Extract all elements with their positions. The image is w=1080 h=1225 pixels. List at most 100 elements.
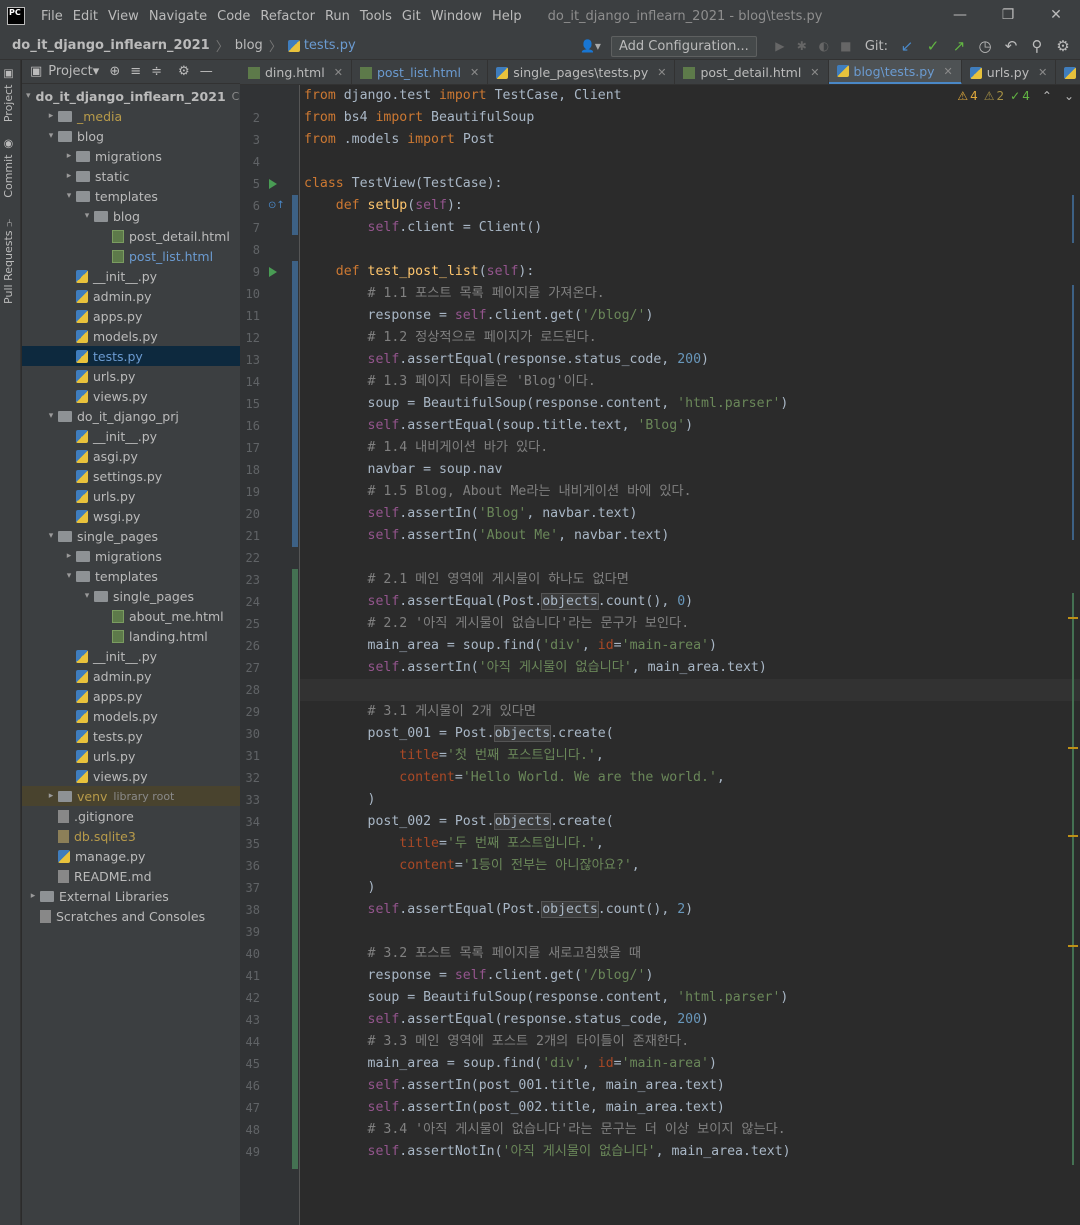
code-line[interactable]: self.assertEqual(response.status_code, 2… bbox=[304, 349, 709, 371]
tree-item[interactable]: ▸ venv library root bbox=[22, 786, 240, 806]
tree-item[interactable]: README.md bbox=[22, 866, 240, 886]
code-line[interactable]: self.assertIn('Blog', navbar.text) bbox=[304, 503, 638, 525]
code-line[interactable]: # 2.1 메인 영역에 게시물이 하나도 없다면 bbox=[304, 569, 629, 591]
vcs-change-bar[interactable] bbox=[292, 569, 298, 1169]
tree-item[interactable]: ▾ templates bbox=[22, 566, 240, 586]
run-icon[interactable]: ▶ bbox=[769, 39, 791, 53]
tree-item[interactable]: ▾ single_pages bbox=[22, 526, 240, 546]
breadcrumb-folder[interactable]: blog bbox=[235, 38, 263, 53]
code-line[interactable]: # 3.4 '아직 게시물이 없습니다'라는 문구는 더 이상 보이지 않는다. bbox=[304, 1119, 786, 1141]
close-icon[interactable]: ✕ bbox=[944, 65, 953, 78]
code-line[interactable]: self.assertEqual(Post.objects.count(), 0… bbox=[304, 591, 693, 613]
history-icon[interactable]: ◷ bbox=[972, 37, 998, 55]
tree-item[interactable]: ▾ single_pages bbox=[22, 586, 240, 606]
chevron-right-icon[interactable]: ▸ bbox=[44, 791, 58, 801]
close-icon[interactable]: ✕ bbox=[334, 66, 343, 79]
tree-item[interactable]: models.py bbox=[22, 706, 240, 726]
chevron-down-icon[interactable]: ▾ bbox=[62, 191, 76, 201]
vcs-change-bar[interactable] bbox=[292, 195, 298, 235]
coverage-icon[interactable]: ◐ bbox=[813, 39, 835, 53]
chevron-down-icon[interactable]: ▾ bbox=[44, 131, 58, 141]
tree-item[interactable]: models.py bbox=[22, 326, 240, 346]
vcs-change-bar[interactable] bbox=[292, 283, 298, 547]
code-line[interactable]: # 3.3 메인 영역에 포스트 2개의 타이틀이 존재한다. bbox=[304, 1031, 690, 1053]
collapse-all-icon[interactable]: ≑ bbox=[151, 64, 162, 79]
tree-item[interactable]: __init__.py bbox=[22, 426, 240, 446]
tree-item[interactable]: admin.py bbox=[22, 286, 240, 306]
menu-edit[interactable]: Edit bbox=[73, 9, 98, 24]
close-icon[interactable]: ✕ bbox=[810, 66, 819, 79]
chevron-up-icon[interactable]: ⌃ bbox=[1042, 89, 1052, 103]
tree-item[interactable]: __init__.py bbox=[22, 266, 240, 286]
code-line[interactable]: main_area = soup.find('div', id='main-ar… bbox=[304, 635, 717, 657]
search-icon[interactable]: ⚲ bbox=[1024, 37, 1050, 55]
tree-item[interactable]: Scratches and Consoles bbox=[22, 906, 240, 926]
tree-item[interactable]: ▸ migrations bbox=[22, 146, 240, 166]
git-update-icon[interactable]: ↙ bbox=[894, 37, 920, 55]
chevron-right-icon[interactable]: ▸ bbox=[62, 171, 76, 181]
warning-marker[interactable] bbox=[1068, 945, 1078, 947]
code-line[interactable]: # 1.3 페이지 타이틀은 'Blog'이다. bbox=[304, 371, 596, 393]
code-line[interactable]: from django.test import TestCase, Client bbox=[304, 85, 622, 107]
code-line[interactable]: ) bbox=[304, 877, 376, 899]
code-line[interactable]: # 1.2 정상적으로 페이지가 로드된다. bbox=[304, 327, 597, 349]
tree-item[interactable]: .gitignore bbox=[22, 806, 240, 826]
tree-item[interactable]: about_me.html bbox=[22, 606, 240, 626]
stop-icon[interactable]: ■ bbox=[835, 39, 857, 53]
tree-item[interactable]: ▸ _media bbox=[22, 106, 240, 126]
menu-file[interactable]: File bbox=[41, 9, 63, 24]
code-line[interactable]: content='Hello World. We are the world.'… bbox=[304, 767, 725, 789]
menu-refactor[interactable]: Refactor bbox=[260, 9, 315, 24]
code-line[interactable]: post_002 = Post.objects.create( bbox=[304, 811, 614, 833]
code-line[interactable]: self.assertEqual(soup.title.text, 'Blog'… bbox=[304, 415, 694, 437]
chevron-down-icon[interactable]: ▾ bbox=[44, 411, 58, 421]
tool-tab-pull-requests[interactable]: Pull Requests ⑂ bbox=[2, 216, 15, 304]
inspection-widget[interactable]: ⚠ 4 ⚠ 2 ✓ 4 ⌃ ⌄ bbox=[951, 89, 1074, 103]
code-line[interactable]: self.client = Client() bbox=[304, 217, 543, 239]
tool-tab-commit[interactable]: Commit ◉ bbox=[2, 138, 15, 198]
tree-item[interactable]: urls.py bbox=[22, 486, 240, 506]
code-line[interactable]: title='첫 번째 포스트입니다.', bbox=[304, 745, 604, 767]
code-line[interactable]: response = self.client.get('/blog/') bbox=[304, 305, 654, 327]
tree-item[interactable]: tests.py bbox=[22, 346, 240, 366]
code-line[interactable]: soup = BeautifulSoup(response.content, '… bbox=[304, 393, 789, 415]
tool-tab-project[interactable]: Project ▣ bbox=[2, 68, 15, 122]
tree-item[interactable]: ▾ do_it_django_inflearn_2021 C:\github\do_… bbox=[22, 86, 240, 106]
tree-item[interactable]: ▾ blog bbox=[22, 206, 240, 226]
menu-run[interactable]: Run bbox=[325, 9, 350, 24]
chevron-down-icon[interactable]: ▾ bbox=[44, 531, 58, 541]
menu-help[interactable]: Help bbox=[492, 9, 522, 24]
tree-item[interactable]: asgi.py bbox=[22, 446, 240, 466]
code-line[interactable]: from .models import Post bbox=[304, 129, 495, 151]
warning-marker[interactable] bbox=[1068, 835, 1078, 837]
close-icon[interactable]: ✕ bbox=[470, 66, 479, 79]
menu-navigate[interactable]: Navigate bbox=[149, 9, 207, 24]
editor-tab[interactable]: single_pages\tests.py ✕ bbox=[488, 60, 676, 84]
restore-button[interactable]: ❐ bbox=[984, 0, 1032, 32]
tree-item[interactable]: ▾ do_it_django_prj bbox=[22, 406, 240, 426]
error-stripe[interactable] bbox=[1066, 85, 1080, 1225]
tree-item[interactable]: ▸ static bbox=[22, 166, 240, 186]
chevron-down-icon[interactable]: ▾ bbox=[80, 211, 94, 221]
hide-icon[interactable]: — bbox=[200, 64, 213, 79]
code-line[interactable]: self.assertIn('About Me', navbar.text) bbox=[304, 525, 670, 547]
editor-tab[interactable]: blog\tests.py ✕ bbox=[828, 60, 962, 84]
expand-all-icon[interactable]: ≡ bbox=[130, 64, 141, 79]
warning-marker[interactable] bbox=[1068, 747, 1078, 749]
tree-item[interactable]: landing.html bbox=[22, 626, 240, 646]
chevron-right-icon[interactable]: ▸ bbox=[26, 891, 40, 901]
menu-view[interactable]: View bbox=[108, 9, 139, 24]
code-line[interactable]: self.assertIn(post_002.title, main_area.… bbox=[304, 1097, 725, 1119]
code-line[interactable]: navbar = soup.nav bbox=[304, 459, 503, 481]
chevron-right-icon[interactable]: ▸ bbox=[44, 111, 58, 121]
tree-item[interactable]: urls.py bbox=[22, 366, 240, 386]
minimize-button[interactable]: — bbox=[936, 0, 984, 32]
breadcrumb-project[interactable]: do_it_django_inflearn_2021 bbox=[12, 38, 210, 53]
tree-item[interactable]: ▾ templates bbox=[22, 186, 240, 206]
gear-icon[interactable]: ⚙ bbox=[178, 64, 190, 79]
chevron-down-icon[interactable]: ▾ bbox=[62, 571, 76, 581]
run-test-icon[interactable] bbox=[269, 179, 277, 189]
user-icon[interactable]: 👤▾ bbox=[580, 39, 601, 53]
tree-item[interactable]: settings.py bbox=[22, 466, 240, 486]
override-icon[interactable]: ⊙↑ bbox=[268, 200, 285, 211]
